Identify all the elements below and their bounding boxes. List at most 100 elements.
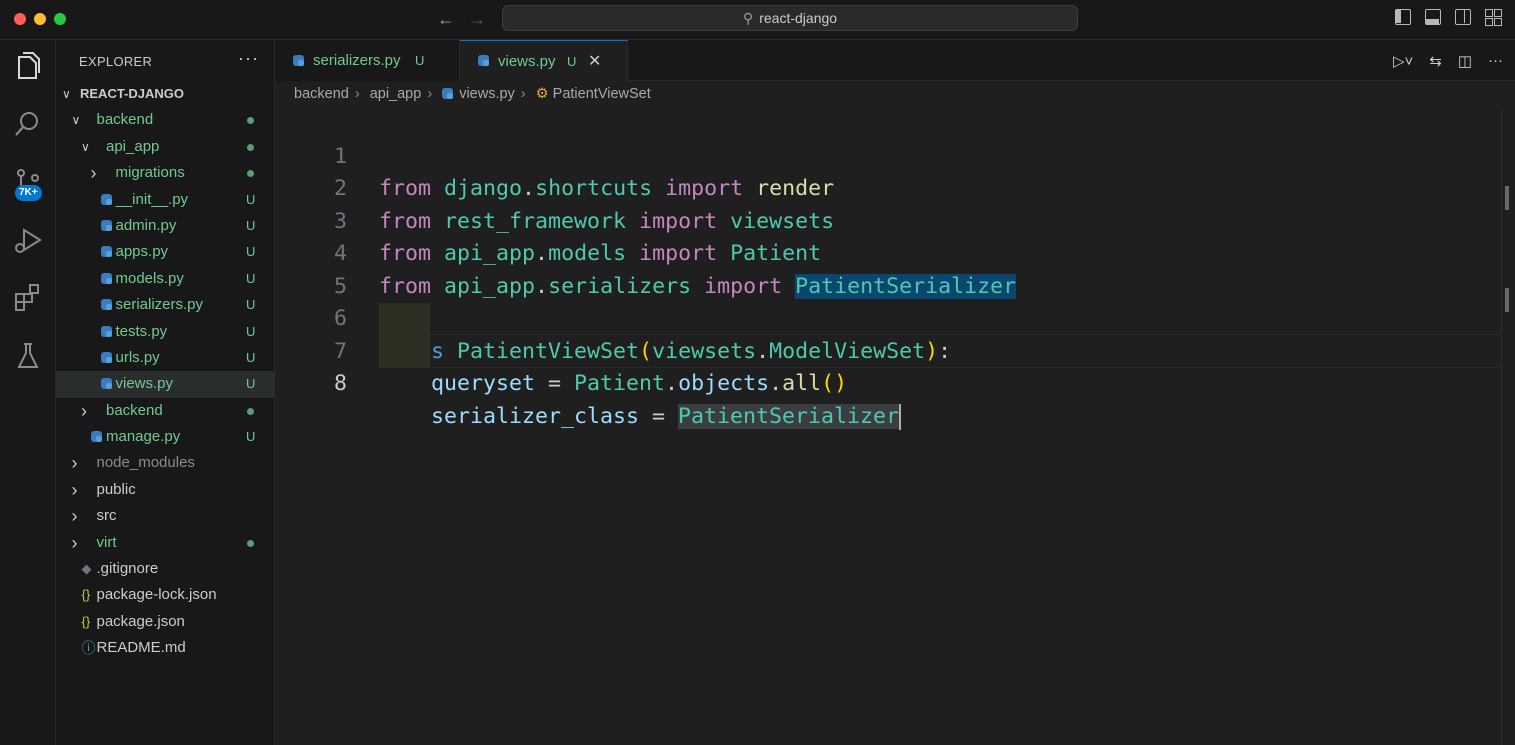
tree-folder[interactable]: ∨ REACT-DJANGO	[56, 81, 274, 107]
code-line: serializer_class = PatientSerializer	[431, 403, 902, 430]
chevron-down-icon: ∨	[71, 113, 81, 128]
git-status-dot	[247, 170, 254, 178]
breadcrumb-item[interactable]: views.py	[459, 86, 515, 102]
git-status-untracked: U	[246, 376, 256, 392]
git-status-dot	[247, 117, 254, 125]
explorer-icon[interactable]	[10, 48, 46, 84]
tree-item-label: backend	[106, 401, 163, 419]
tree-item-label: migrations	[115, 164, 185, 182]
tree-item-label: package-lock.json	[96, 586, 217, 604]
python-file-icon	[100, 187, 112, 213]
tree-folder[interactable]: › migrations	[56, 160, 274, 186]
git-status-dot	[247, 407, 254, 415]
breadcrumb-item[interactable]: backend	[294, 86, 349, 102]
breadcrumb-item[interactable]: PatientViewSet	[553, 86, 651, 102]
tree-file[interactable]: apps.py U	[56, 239, 274, 265]
tree-file[interactable]: __init__.py U	[56, 187, 274, 213]
extensions-icon[interactable]	[10, 280, 46, 316]
tree-file[interactable]: urls.py U	[56, 345, 274, 371]
search-icon[interactable]	[10, 106, 46, 142]
compare-changes-icon[interactable]: ⇆	[1429, 52, 1442, 70]
tree-folder[interactable]: ∨ backend	[56, 107, 274, 133]
command-center-search[interactable]: ⚲ react-django	[502, 5, 1078, 31]
toggle-secondary-sidebar-icon[interactable]	[1455, 9, 1471, 25]
tree-file[interactable]: ◆ .gitignore	[56, 556, 274, 582]
close-tab-icon[interactable]: ✕	[588, 41, 601, 82]
python-file-icon	[100, 292, 112, 318]
tree-item-label: README.md	[96, 639, 186, 657]
git-status-untracked: U	[246, 429, 256, 445]
tree-folder[interactable]: › backend	[56, 398, 274, 424]
tab-status: U	[415, 53, 425, 68]
code-editor[interactable]: 1 from django.shortcuts import render 2 …	[275, 108, 1503, 745]
chevron-right-icon: ›	[71, 532, 78, 553]
git-status-untracked: U	[246, 191, 256, 207]
chevron-right-icon: ›	[71, 506, 78, 527]
tab-bar: serializers.py U views.py U ✕ ▷˅ ⇆ ◫ ···	[275, 40, 1515, 81]
close-window-button[interactable]	[14, 13, 26, 25]
tree-folder[interactable]: › public	[56, 477, 274, 503]
scroll-marker	[1505, 288, 1509, 312]
python-file-icon	[293, 55, 304, 66]
editor-scrollbar[interactable]	[1501, 108, 1515, 745]
tree-file[interactable]: views.py U	[56, 371, 274, 398]
tree-item-label: package.json	[96, 612, 185, 630]
split-editor-icon[interactable]: ◫	[1458, 52, 1472, 70]
tree-file[interactable]: serializers.py U	[56, 292, 274, 318]
tree-file[interactable]: ⓘ README.md	[56, 635, 274, 661]
run-debug-icon[interactable]	[10, 222, 46, 258]
tree-item-label: urls.py	[115, 348, 160, 366]
explorer-sidebar: EXPLORER ··· ∨ REACT-DJANGO ∨ backend ∨ api_a…	[56, 40, 275, 745]
breadcrumb-item[interactable]: api_app	[370, 86, 422, 102]
back-arrow-icon[interactable]: ←	[437, 8, 455, 30]
class-symbol-icon: ⚙	[535, 86, 549, 102]
toggle-panel-icon[interactable]	[1425, 9, 1441, 25]
tree-file[interactable]: admin.py U	[56, 213, 274, 239]
tree-item-label: apps.py	[115, 243, 169, 261]
tab-status: U	[567, 54, 577, 69]
explorer-header: EXPLORER	[79, 54, 153, 69]
tree-item-label: backend	[96, 111, 154, 129]
more-actions-icon[interactable]: ···	[1488, 52, 1503, 70]
python-file-icon	[100, 239, 112, 265]
tree-item-label: serializers.py	[115, 296, 204, 314]
git-file-icon: ◆	[81, 561, 92, 577]
tab-views[interactable]: views.py U ✕	[460, 40, 628, 81]
chevron-right-icon: ›	[71, 453, 78, 474]
tree-item-label: src	[96, 507, 117, 525]
python-file-icon	[100, 266, 112, 292]
tree-folder[interactable]: ∨ api_app	[56, 134, 274, 160]
line-number: 8	[333, 371, 347, 396]
tree-file[interactable]: models.py U	[56, 266, 274, 292]
git-status-untracked: U	[246, 244, 256, 260]
zoom-window-button[interactable]	[54, 13, 66, 25]
tree-folder[interactable]: › node_modules	[56, 450, 274, 476]
info-icon: ⓘ	[81, 640, 96, 657]
toggle-primary-sidebar-icon[interactable]	[1395, 9, 1411, 25]
git-status-untracked: U	[246, 217, 256, 233]
tree-item-label: models.py	[115, 269, 184, 287]
json-file-icon: {}	[81, 587, 91, 603]
tree-folder[interactable]: › src	[56, 503, 274, 529]
breadcrumb: backend › api_app › views.py › ⚙ PatientView…	[294, 86, 651, 102]
python-file-icon	[100, 345, 112, 371]
tree-item-label: .gitignore	[96, 560, 159, 578]
forward-arrow-icon[interactable]: →	[468, 8, 486, 30]
run-file-icon[interactable]: ▷˅	[1393, 52, 1413, 70]
customize-layout-icon[interactable]	[1485, 9, 1502, 26]
tab-label: serializers.py	[313, 52, 401, 69]
chevron-right-icon: ›	[90, 163, 97, 184]
tab-serializers[interactable]: serializers.py U	[275, 40, 460, 81]
tree-folder[interactable]: › virt	[56, 530, 274, 556]
more-actions-icon[interactable]: ···	[238, 48, 259, 69]
tree-item-label: node_modules	[96, 454, 195, 472]
testing-icon[interactable]	[10, 338, 46, 374]
tree-file[interactable]: {} package-lock.json	[56, 582, 274, 608]
tree-file[interactable]: tests.py U	[56, 319, 274, 345]
file-tree: ∨ REACT-DJANGO ∨ backend ∨ api_app › migrations…	[56, 81, 274, 662]
tree-item-label: public	[96, 480, 136, 498]
minimize-window-button[interactable]	[34, 13, 46, 25]
tree-file[interactable]: manage.py U	[56, 424, 274, 450]
tree-file[interactable]: {} package.json	[56, 609, 274, 635]
activity-bar: 7K+	[0, 40, 56, 745]
